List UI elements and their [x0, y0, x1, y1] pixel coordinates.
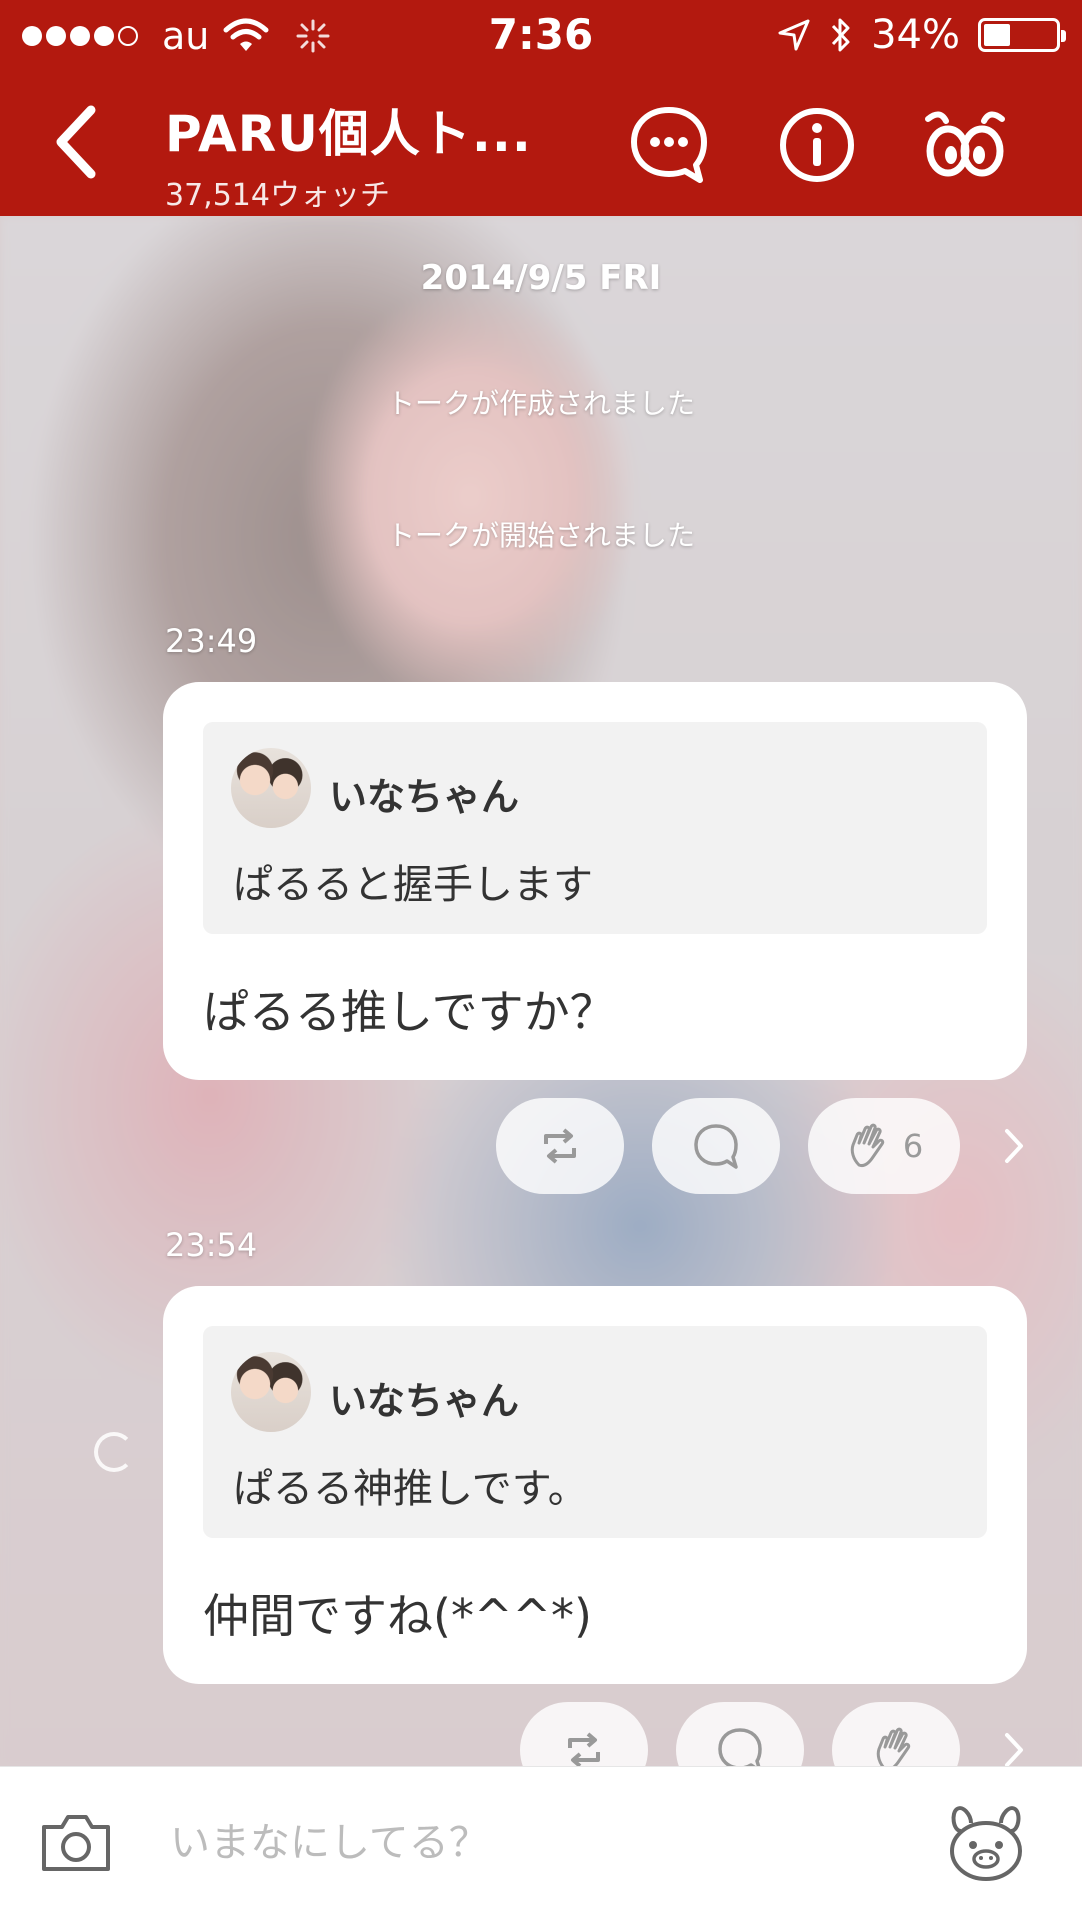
watch-count: 37,514ウォッチ [165, 178, 390, 213]
post-input[interactable] [170, 1807, 870, 1879]
system-message: トークが開始されました [386, 519, 695, 552]
status-bar: au 7:36 34% [0, 0, 1082, 72]
battery-percent: 34% [871, 12, 960, 58]
header-bar: au 7:36 34% PARU個人ト... 37,514ウォッチ [0, 0, 1082, 216]
date-label: 2014/9/5 FRI [420, 258, 662, 298]
watch-button[interactable] [920, 100, 1010, 190]
camera-button[interactable] [30, 1797, 122, 1889]
info-button[interactable] [772, 100, 862, 190]
post-message: ぱるる推しですか？ [203, 985, 616, 1039]
quote-author: いなちゃん [329, 1379, 520, 1423]
repost-icon [568, 1732, 600, 1766]
system-message: トークが作成されました [386, 387, 695, 420]
back-button[interactable] [30, 92, 120, 192]
watch-icon [925, 111, 1005, 177]
comment-icon [694, 1124, 738, 1169]
talk-title: PARU個人ト... [165, 105, 532, 163]
camera-icon [42, 1815, 110, 1871]
repost-icon [544, 1128, 576, 1164]
clap-button[interactable]: 6 [808, 1098, 960, 1194]
nav-bar: PARU個人ト... 37,514ウォッチ [0, 72, 1082, 216]
quote-text: ぱるると握手します [233, 862, 593, 908]
quote-author: いなちゃん [329, 775, 520, 819]
post-time: 23:54 [165, 1226, 258, 1264]
post-card[interactable]: いなちゃん ぱるる神推しです。 仲間ですね(*^^*) [163, 1286, 1027, 1684]
quote-text: ぱるる神推しです。 [233, 1466, 588, 1512]
stamp-icon [950, 1806, 1022, 1881]
clap-count: 6 [902, 1127, 924, 1165]
clap-icon [876, 1727, 911, 1766]
avatar [231, 748, 311, 828]
talk-timeline[interactable]: 2014/9/5 FRI トークが作成されました トークが開始されました 23:… [0, 216, 1082, 1766]
composer-bar [0, 1766, 1082, 1920]
bluetooth-icon [831, 18, 850, 52]
location-arrow-icon [778, 19, 810, 51]
comment-button[interactable] [624, 100, 714, 190]
post-actions [0, 1702, 1082, 1766]
chat-icon [631, 107, 707, 183]
talk-title-block[interactable]: PARU個人ト... 37,514ウォッチ [165, 94, 532, 214]
clap-icon [850, 1123, 884, 1167]
post-detail-button[interactable] [994, 1724, 1034, 1766]
info-icon [780, 108, 854, 182]
post-card[interactable]: いなちゃん ぱるると握手します ぱるる推しですか？ [163, 682, 1027, 1080]
post-time: 23:49 [165, 622, 258, 660]
clap-button[interactable] [832, 1702, 960, 1766]
back-icon [56, 105, 96, 179]
chevron-right-icon [1005, 1129, 1023, 1163]
chevron-right-icon [1005, 1733, 1023, 1766]
quoted-comment[interactable]: いなちゃん ぱるる神推しです。 [203, 1326, 987, 1538]
repost-button[interactable] [496, 1098, 624, 1194]
repost-button[interactable] [520, 1702, 648, 1766]
avatar [231, 1352, 311, 1432]
post-actions: 6 [0, 1098, 1082, 1194]
stamp-button[interactable] [936, 1789, 1036, 1899]
comment-icon [718, 1728, 762, 1766]
loading-spinner-icon [94, 1432, 134, 1472]
battery-icon [978, 18, 1066, 52]
post-message: 仲間ですね(*^^*) [203, 1589, 592, 1643]
reply-button[interactable] [652, 1098, 780, 1194]
post-detail-button[interactable] [994, 1120, 1034, 1172]
quoted-comment[interactable]: いなちゃん ぱるると握手します [203, 722, 987, 934]
reply-button[interactable] [676, 1702, 804, 1766]
